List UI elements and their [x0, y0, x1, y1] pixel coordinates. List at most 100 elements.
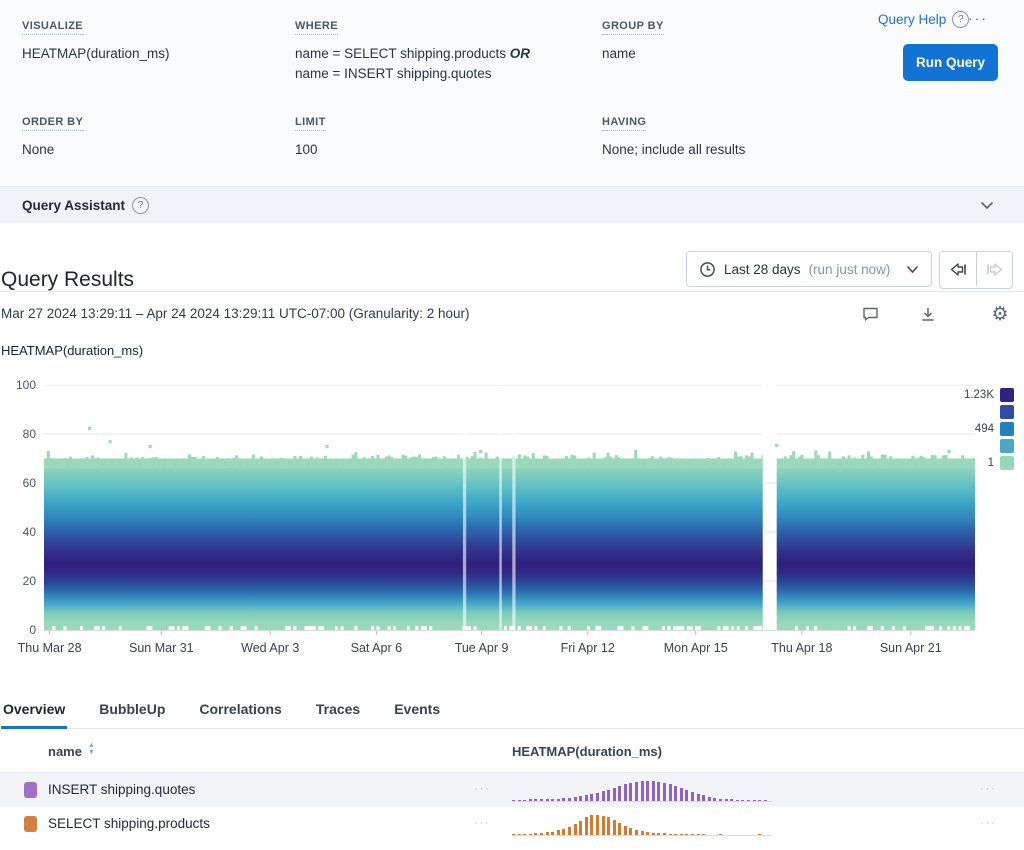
time-range-note: (run just now) [809, 262, 891, 277]
histogram-bar [702, 795, 705, 801]
heatmap-plot[interactable] [44, 385, 975, 637]
order-by-value[interactable]: None [22, 140, 54, 160]
histogram-bar [551, 799, 554, 801]
histogram-bar [624, 826, 627, 835]
tab-events[interactable]: Events [392, 694, 442, 728]
histogram-bar [607, 817, 610, 835]
histogram-bar [652, 781, 655, 801]
row-menu-button[interactable]: ··· [980, 815, 997, 829]
visualize-value[interactable]: HEATMAP(duration_ms) [22, 44, 170, 64]
histogram-bar [652, 833, 655, 835]
table-row[interactable]: INSERT shipping.quotes······ [0, 773, 1024, 807]
histogram-bar [568, 827, 571, 835]
histogram-bar [635, 830, 638, 835]
more-options-button[interactable]: ··· [968, 10, 988, 26]
histogram-bar [568, 798, 571, 801]
histogram-bar [585, 817, 588, 835]
histogram-bar [579, 796, 582, 801]
clock-icon [699, 261, 716, 278]
limit-label[interactable]: LIMIT [295, 116, 326, 131]
history-back-button[interactable] [940, 252, 976, 286]
x-tick-label: Sat Apr 6 [351, 641, 402, 655]
histogram-bar [691, 834, 694, 835]
group-by-label[interactable]: GROUP BY [602, 20, 664, 35]
histogram-bar [641, 781, 644, 801]
having-value[interactable]: None; include all results [602, 140, 745, 160]
group-by-value[interactable]: name [602, 44, 636, 64]
histogram-bar [607, 790, 610, 801]
query-help-text: Query Help [878, 12, 946, 27]
histogram-bar [680, 788, 683, 801]
tab-overview[interactable]: Overview [1, 694, 67, 728]
visualize-label[interactable]: VISUALIZE [22, 20, 83, 35]
query-help-link[interactable]: Query Help? [878, 11, 969, 28]
row-menu-button[interactable]: ··· [474, 781, 491, 795]
limit-value[interactable]: 100 [295, 140, 318, 160]
where-label[interactable]: WHERE [295, 20, 338, 35]
chevron-down-icon[interactable] [980, 201, 994, 210]
histogram-bar [579, 821, 582, 835]
histogram-bar [697, 834, 700, 835]
histogram-bar [725, 799, 728, 801]
histogram-bar [629, 828, 632, 835]
download-icon[interactable] [918, 304, 938, 324]
having-label[interactable]: HAVING [602, 116, 646, 131]
y-tick-label: 60 [0, 476, 36, 490]
tab-traces[interactable]: Traces [314, 694, 362, 728]
order-by-label[interactable]: ORDER BY [22, 116, 83, 131]
y-tick-label: 0 [0, 623, 36, 637]
sort-icon[interactable]: ▲▼ [88, 742, 95, 756]
histogram-bar [562, 798, 565, 801]
query-builder: VISUALIZE HEATMAP(duration_ms) WHERE nam… [0, 0, 1024, 187]
legend-swatch [1000, 422, 1014, 436]
run-query-button[interactable]: Run Query [903, 44, 998, 81]
histogram-bar [669, 784, 672, 801]
histogram-bar [618, 823, 621, 835]
comment-icon[interactable] [860, 304, 880, 324]
histogram-bar [585, 795, 588, 801]
where-clause-2[interactable]: name = INSERT shipping.quotes [295, 64, 492, 84]
where-clause-1[interactable]: name = SELECT shipping.products OR [295, 44, 530, 64]
histogram-bar [590, 794, 593, 801]
x-tick-label: Thu Apr 18 [771, 641, 832, 655]
histogram-bar [518, 834, 521, 835]
table-header: name ▲▼ HEATMAP(duration_ms) [0, 729, 1024, 773]
histogram-bar [657, 782, 660, 801]
histogram-bar [534, 833, 537, 835]
histogram-bar [674, 834, 677, 835]
histogram-bar [674, 786, 677, 801]
results-tabs: Overview BubbleUp Correlations Traces Events [1, 694, 1024, 729]
histogram-bar [512, 800, 515, 801]
time-span-text: Mar 27 2024 13:29:11 – Apr 24 2024 13:29… [1, 306, 470, 321]
tab-bubbleup[interactable]: BubbleUp [97, 694, 167, 728]
row-name: SELECT shipping.products [48, 816, 210, 831]
time-range-dropdown[interactable]: Last 28 days (run just now) [686, 251, 932, 287]
histogram-bar [713, 798, 716, 801]
histogram-bar [512, 834, 515, 835]
help-circle-icon: ? [132, 197, 149, 214]
histogram-bar [529, 799, 532, 801]
table-row[interactable]: SELECT shipping.products ··· ··· [0, 807, 1024, 841]
column-header-name[interactable]: name [48, 744, 82, 759]
histogram-bar [602, 816, 605, 835]
histogram-bar [641, 831, 644, 835]
histogram-bar [613, 788, 616, 801]
histogram-bar [730, 799, 733, 801]
histogram-bar [523, 834, 526, 835]
history-forward-button[interactable] [976, 252, 1012, 286]
row-menu-button[interactable]: ··· [474, 815, 491, 829]
histogram-bar [551, 832, 554, 835]
histogram-bar [534, 799, 537, 801]
row-menu-button[interactable]: ··· [980, 781, 997, 795]
x-tick-label: Sun Apr 21 [880, 641, 942, 655]
query-assistant-bar[interactable]: Query Assistant ? [0, 187, 1024, 223]
histogram-bar [697, 794, 700, 801]
histogram-bar [635, 782, 638, 801]
histogram-bar [685, 834, 688, 835]
histogram-bar [613, 820, 616, 835]
histogram-bar [702, 834, 705, 835]
tab-correlations[interactable]: Correlations [197, 694, 283, 728]
histogram-bar [540, 833, 543, 835]
y-tick-label: 100 [0, 378, 36, 392]
gear-icon[interactable]: ⚙ [990, 304, 1010, 324]
